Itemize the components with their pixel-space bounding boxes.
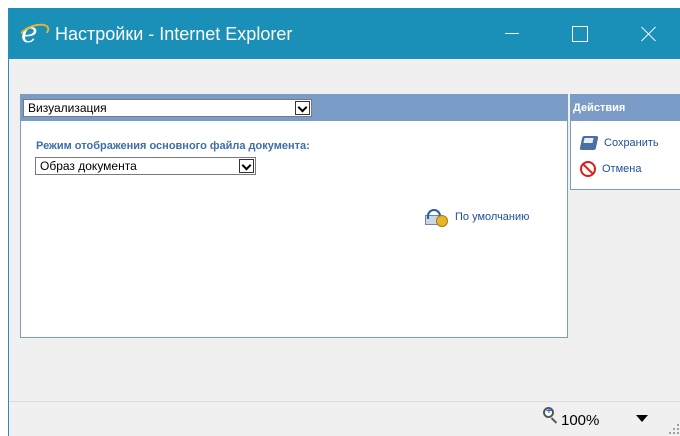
browser-window: e Настройки - Internet Explorer Визуализ… <box>8 8 680 436</box>
close-icon[interactable] <box>626 8 672 59</box>
dropdown-arrow-icon[interactable] <box>295 101 310 115</box>
display-mode-select[interactable]: Образ документа <box>35 157 256 175</box>
display-mode-value: Образ документа <box>40 159 137 173</box>
save-button[interactable]: Сохранить <box>579 133 659 153</box>
zoom-level[interactable]: 100% <box>561 412 599 430</box>
window-title: Настройки - Internet Explorer <box>55 24 293 44</box>
reset-default-label: По умолчанию <box>455 211 530 223</box>
minimize-icon[interactable] <box>489 8 535 59</box>
maximize-icon[interactable] <box>557 8 603 59</box>
section-select[interactable]: Визуализация <box>23 99 312 117</box>
title-bar[interactable]: e Настройки - Internet Explorer <box>9 8 680 59</box>
cancel-button[interactable]: Отмена <box>580 159 641 179</box>
status-bar: + 100% <box>9 401 680 436</box>
chevron-down-icon[interactable] <box>636 415 648 422</box>
page-content: Визуализация Режим отображения основного… <box>9 59 680 401</box>
actions-panel: Действия Сохранить Отмена <box>570 94 680 190</box>
dropdown-arrow-icon[interactable] <box>239 159 254 173</box>
reset-default-link[interactable]: По умолчанию <box>423 207 529 227</box>
settings-panel-header: Визуализация <box>21 95 567 121</box>
floppy-save-icon <box>579 135 600 151</box>
settings-panel: Визуализация Режим отображения основного… <box>20 94 568 338</box>
ie-logo-icon: e <box>16 19 52 47</box>
section-select-value: Визуализация <box>28 101 107 115</box>
actions-title: Действия <box>571 95 680 121</box>
display-mode-label: Режим отображения основного файла докуме… <box>36 140 310 152</box>
cancel-label: Отмена <box>602 163 642 175</box>
save-label: Сохранить <box>604 137 659 149</box>
cancel-forbid-icon <box>580 161 596 177</box>
zoom-icon[interactable]: + <box>543 407 559 427</box>
resize-grip-icon[interactable] <box>669 424 679 434</box>
reset-default-icon <box>423 209 449 227</box>
